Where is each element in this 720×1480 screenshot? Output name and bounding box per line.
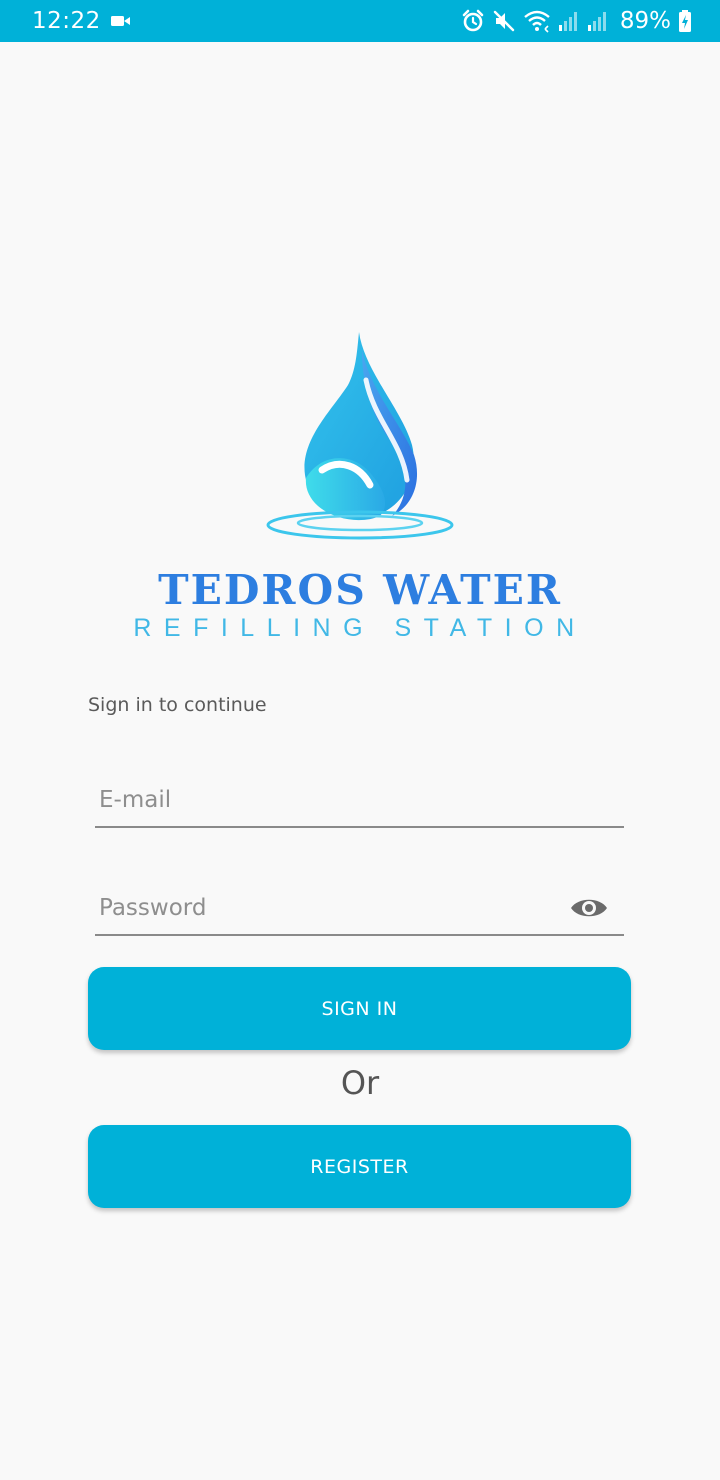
eye-icon[interactable] (570, 895, 608, 921)
sign-in-caption: Sign in to continue (88, 694, 267, 716)
wifi-icon (524, 10, 550, 33)
mute-icon (493, 10, 515, 32)
water-drop-logo (266, 332, 454, 540)
password-field-container (95, 882, 624, 936)
password-field[interactable] (95, 882, 624, 934)
email-field-container (95, 774, 624, 828)
status-time: 12:22 (32, 8, 101, 34)
email-field[interactable] (95, 774, 624, 826)
battery-percent: 89% (619, 8, 671, 34)
video-camera-icon (111, 16, 130, 26)
brand-subtitle: REFILLING STATION (133, 614, 587, 642)
signal-icon (558, 12, 577, 31)
signal-icon (587, 12, 606, 31)
status-bar: 12:22 89% (0, 0, 720, 42)
brand-title: TEDROS WATER (158, 566, 562, 614)
or-divider-text: Or (340, 1064, 380, 1102)
status-icons: 89% (461, 7, 692, 35)
sign-in-button[interactable]: SIGN IN (88, 967, 631, 1050)
register-button[interactable]: REGISTER (88, 1125, 631, 1208)
battery-charging-icon (679, 10, 691, 32)
alarm-icon (462, 9, 484, 32)
